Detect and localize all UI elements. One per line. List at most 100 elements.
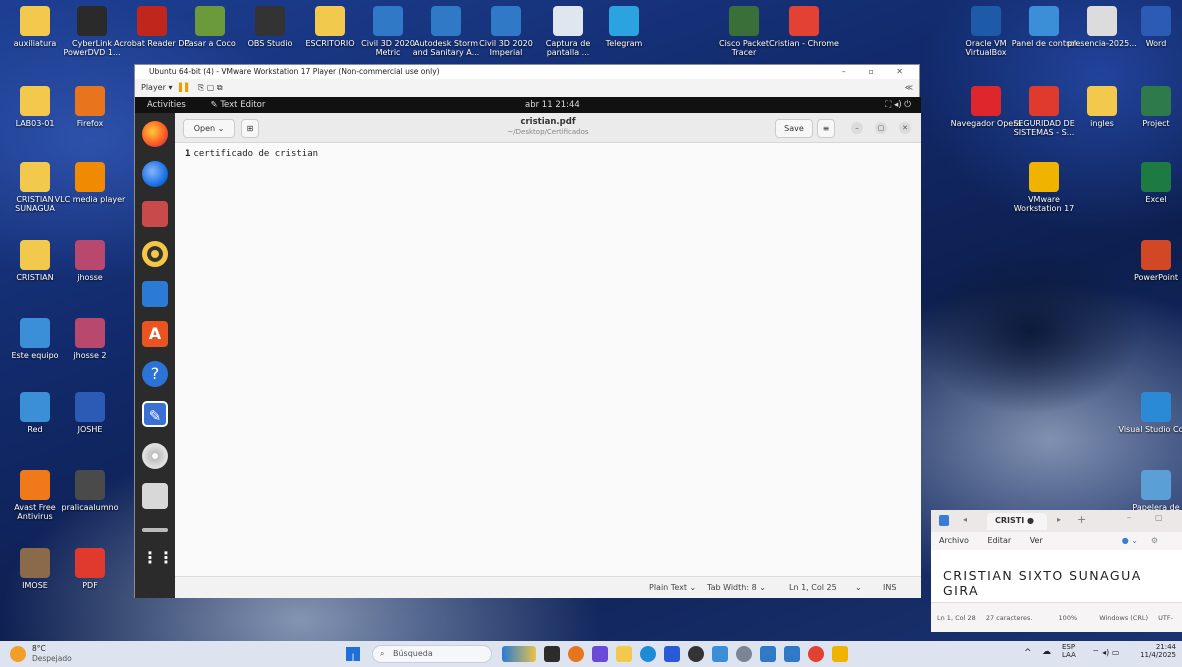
notepad-icon	[939, 515, 949, 526]
text-editor-window[interactable]: Open ⌄ ⊞ cristian.pdf ~/Desktop/Certific…	[175, 113, 921, 598]
close-icon[interactable]: ✕	[899, 122, 911, 134]
menu-icon[interactable]: ≡	[817, 119, 835, 138]
editor-text-area[interactable]: 1 certificado de cristian	[185, 149, 318, 159]
task-view-icon[interactable]	[544, 646, 560, 662]
scroll-left-icon[interactable]: ◂	[963, 515, 967, 524]
desktop-icon[interactable]: Telegram	[586, 6, 662, 48]
insert-mode[interactable]: INS	[883, 577, 896, 599]
show-apps-icon[interactable]: ⋮⋮	[142, 546, 174, 572]
text-editor-app-icon: ✎	[210, 100, 218, 110]
desktop-icon-label: PowerPoint	[1133, 273, 1179, 282]
player-menu[interactable]: Player ▾	[141, 83, 172, 92]
app-icon	[1141, 392, 1171, 422]
help-icon[interactable]: ?	[142, 361, 168, 387]
tray-app-icon[interactable]: ☁	[1042, 647, 1051, 657]
desktop-icon[interactable]: Excel	[1118, 162, 1182, 204]
edge-icon[interactable]	[640, 646, 656, 662]
vmware-taskbar-icon[interactable]	[784, 646, 800, 662]
tab-width-selector[interactable]: Tab Width: 8 ⌄	[707, 577, 766, 599]
files-icon[interactable]	[142, 201, 168, 227]
settings-icon[interactable]: ⚙	[1151, 532, 1158, 550]
desktop-icon[interactable]: jhosse 2	[52, 318, 128, 360]
app-icon	[20, 318, 50, 348]
text-editor-dock-icon[interactable]: ✎	[142, 401, 168, 427]
settings-taskbar-icon[interactable]	[736, 646, 752, 662]
network-volume-battery-icon[interactable]: ⌔ ◂) ▭	[1092, 648, 1119, 658]
start-button-icon[interactable]	[346, 647, 360, 661]
libreoffice-writer-icon[interactable]	[142, 281, 168, 307]
desktop-icon[interactable]: Firefox	[52, 86, 128, 128]
app-icon	[20, 548, 50, 578]
tray-chevron-icon[interactable]: ^	[1024, 648, 1032, 658]
disc-icon[interactable]	[142, 443, 168, 469]
menu-ver[interactable]: Ver	[1030, 536, 1043, 545]
teams-icon[interactable]	[592, 646, 608, 662]
file-explorer-icon[interactable]	[616, 646, 632, 662]
app-menu[interactable]: Text Editor	[220, 100, 265, 110]
chrome-taskbar-icon[interactable]	[808, 646, 824, 662]
desktop-icon[interactable]: jhosse	[52, 240, 128, 282]
photos-icon[interactable]	[712, 646, 728, 662]
desktop-icon[interactable]: Visual Studio Code	[1118, 392, 1182, 434]
clock[interactable]: abr 11 21:44	[525, 97, 580, 113]
app-icon	[1141, 162, 1171, 192]
copilot-icon[interactable]: ● ⌄	[1122, 532, 1138, 550]
desktop-icon[interactable]: VMware Workstation 17 Player	[1006, 162, 1082, 214]
cursor-position[interactable]: Ln 1, Col 25	[789, 577, 837, 599]
thunderbird-icon[interactable]	[142, 161, 168, 187]
save-button[interactable]: Save	[775, 119, 813, 138]
vmware-title-bar[interactable]: Ubuntu 64-bit (4) - VMware Workstation 1…	[135, 65, 919, 79]
weather-temp[interactable]: 8°C	[32, 644, 46, 653]
desktop-icon[interactable]: Project	[1118, 86, 1182, 128]
notepad-tab[interactable]: CRISTI ●	[987, 513, 1047, 530]
store-icon[interactable]	[664, 646, 680, 662]
desktop-icon[interactable]: VLC media player	[52, 162, 128, 204]
chevron-down-icon[interactable]: ⌄	[855, 577, 862, 599]
tab-width-label: Tab Width: 8	[707, 583, 757, 592]
obs-taskbar-icon[interactable]	[688, 646, 704, 662]
system-tray[interactable]: ⛶ ◂) ⏻	[885, 97, 911, 113]
notepad-taskbar-icon[interactable]	[760, 646, 776, 662]
vmware-window[interactable]: Ubuntu 64-bit (4) - VMware Workstation 1…	[134, 64, 921, 598]
desktop-icon[interactable]: Word	[1118, 6, 1182, 48]
desktop-icon[interactable]: JOSHE	[52, 392, 128, 434]
desktop-icon[interactable]: PDF	[52, 548, 128, 590]
firefox-icon[interactable]	[142, 121, 168, 147]
clock-date[interactable]: 21:44 11/4/2025	[1140, 643, 1176, 659]
activities-button[interactable]: Activities	[147, 100, 186, 110]
rhythmbox-icon[interactable]	[142, 241, 168, 267]
language-indicator[interactable]: ESP LAA	[1062, 643, 1076, 659]
maximize-icon[interactable]: ▢	[875, 122, 887, 134]
widgets-icon[interactable]	[502, 646, 536, 662]
weather-desc[interactable]: Despejado	[32, 654, 72, 663]
search-box[interactable]: ⌕ Búsqueda	[372, 645, 492, 663]
desktop-icon[interactable]: Cristian - Chrome	[766, 6, 842, 48]
unity-icon[interactable]: ≪	[905, 79, 913, 97]
add-tab-icon[interactable]: +	[1077, 513, 1086, 526]
menu-archivo[interactable]: Archivo	[939, 536, 969, 545]
ubuntu-software-icon[interactable]: A	[142, 321, 168, 347]
desktop-icon-label: Cristian - Chrome	[769, 39, 839, 48]
vmware-player-taskbar-icon[interactable]	[832, 646, 848, 662]
send-ctrl-alt-del-icon[interactable]: ⎘ ▢ ⧉	[198, 83, 223, 92]
line-text[interactable]: certificado de cristian	[193, 149, 318, 159]
menu-editar[interactable]: Editar	[987, 536, 1011, 545]
maximize-icon[interactable]: ▢	[1155, 513, 1163, 522]
notepad-window[interactable]: ◂ CRISTI ● ▸ + – ▢ Archivo Editar Ver ● …	[931, 510, 1182, 652]
app-icon	[75, 240, 105, 270]
notepad-text-area[interactable]: CRISTIAN SIXTO SUNAGUA GIRA	[931, 550, 1182, 602]
minimize-icon[interactable]: –	[851, 122, 863, 134]
language-selector[interactable]: Plain Text ⌄	[649, 577, 696, 599]
window-controls[interactable]: – ▫ ✕	[842, 65, 913, 79]
desktop-icon[interactable]: PowerPoint	[1118, 240, 1182, 282]
firefox-taskbar-icon[interactable]	[568, 646, 584, 662]
notepad-cursor-position: Ln 1, Col 28	[937, 614, 976, 622]
desktop-icon-label: VLC media player	[54, 195, 126, 204]
floppy-icon[interactable]	[142, 483, 168, 509]
desktop-icon[interactable]: pralicaalumno	[52, 470, 128, 512]
app-icon	[373, 6, 403, 36]
minimize-icon[interactable]: –	[1127, 513, 1131, 522]
weather-icon[interactable]	[10, 646, 26, 662]
pause-icon[interactable]: ▌▌	[179, 83, 191, 92]
scroll-right-icon[interactable]: ▸	[1057, 515, 1061, 524]
